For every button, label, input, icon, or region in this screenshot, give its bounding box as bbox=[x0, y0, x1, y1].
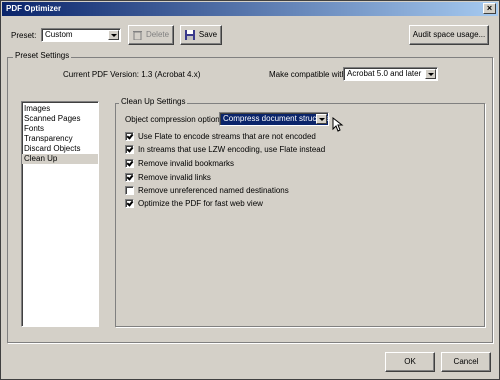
mouse-cursor-icon bbox=[332, 117, 344, 132]
audit-space-usage-button[interactable]: Audit space usage... bbox=[409, 25, 489, 45]
option-label: Remove invalid bookmarks bbox=[138, 158, 235, 168]
chevron-down-icon[interactable] bbox=[316, 114, 327, 124]
cancel-button[interactable]: Cancel bbox=[441, 352, 491, 372]
list-item-discard-objects[interactable]: Discard Objects bbox=[22, 144, 98, 154]
checkbox[interactable] bbox=[125, 131, 134, 141]
preset-label: Preset: bbox=[11, 31, 37, 40]
clean-up-settings-title: Clean Up Settings bbox=[119, 97, 188, 106]
compression-options-select[interactable]: Compress document structure bbox=[219, 112, 331, 126]
chevron-down-icon[interactable] bbox=[108, 30, 119, 40]
option-use-flate[interactable]: Use Flate to encode streams that are not… bbox=[125, 131, 316, 141]
compression-options-value: Compress document structure bbox=[223, 114, 331, 123]
checkbox[interactable] bbox=[125, 185, 134, 195]
preset-settings-title: Preset Settings bbox=[13, 51, 72, 60]
compatibility-select[interactable]: Acrobat 5.0 and later bbox=[343, 67, 438, 81]
option-label: Remove unreferenced named destinations bbox=[138, 185, 289, 195]
list-item-scanned-pages[interactable]: Scanned Pages bbox=[22, 114, 98, 124]
option-label: Use Flate to encode streams that are not… bbox=[138, 131, 316, 141]
option-lzw-to-flate[interactable]: In streams that use LZW encoding, use Fl… bbox=[125, 144, 325, 154]
delete-button-label: Delete bbox=[145, 30, 170, 39]
preset-select-value: Custom bbox=[45, 30, 73, 39]
preset-select[interactable]: Custom bbox=[41, 28, 121, 42]
settings-category-list: Images Scanned Pages Fonts Transparency … bbox=[21, 101, 99, 327]
make-compatible-label: Make compatible with: bbox=[269, 70, 349, 79]
option-remove-invalid-links[interactable]: Remove invalid links bbox=[125, 172, 211, 182]
option-label: Remove invalid links bbox=[138, 172, 211, 182]
option-label: Optimize the PDF for fast web view bbox=[138, 198, 263, 208]
pdf-optimizer-window: PDF Optimizer × Preset: Custom Delete Sa… bbox=[0, 0, 500, 380]
title-bar: PDF Optimizer × bbox=[2, 2, 498, 16]
list-item-fonts[interactable]: Fonts bbox=[22, 124, 98, 134]
checkbox[interactable] bbox=[125, 158, 134, 168]
compatibility-select-value: Acrobat 5.0 and later bbox=[347, 69, 422, 78]
delete-button[interactable]: Delete bbox=[128, 25, 174, 45]
save-button[interactable]: Save bbox=[180, 25, 222, 45]
checkbox[interactable] bbox=[125, 172, 134, 182]
option-label: In streams that use LZW encoding, use Fl… bbox=[138, 144, 326, 154]
list-item-transparency[interactable]: Transparency bbox=[22, 134, 98, 144]
checkbox[interactable] bbox=[125, 198, 134, 208]
checkbox[interactable] bbox=[125, 144, 134, 154]
ok-button[interactable]: OK bbox=[385, 352, 435, 372]
option-remove-unreferenced-destinations[interactable]: Remove unreferenced named destinations bbox=[125, 185, 289, 195]
list-item-images[interactable]: Images bbox=[22, 104, 98, 114]
list-item-clean-up[interactable]: Clean Up bbox=[22, 154, 98, 164]
window-title: PDF Optimizer bbox=[6, 4, 62, 13]
floppy-disk-icon bbox=[184, 29, 195, 40]
trash-icon bbox=[132, 30, 142, 40]
option-remove-invalid-bookmarks[interactable]: Remove invalid bookmarks bbox=[125, 158, 234, 168]
chevron-down-icon[interactable] bbox=[425, 69, 436, 79]
save-button-label: Save bbox=[198, 30, 218, 39]
current-pdf-version: Current PDF Version: 1.3 (Acrobat 4.x) bbox=[63, 70, 201, 79]
close-icon[interactable]: × bbox=[483, 3, 496, 14]
compression-options-label: Object compression options: bbox=[125, 115, 226, 124]
option-fast-web-view[interactable]: Optimize the PDF for fast web view bbox=[125, 198, 263, 208]
